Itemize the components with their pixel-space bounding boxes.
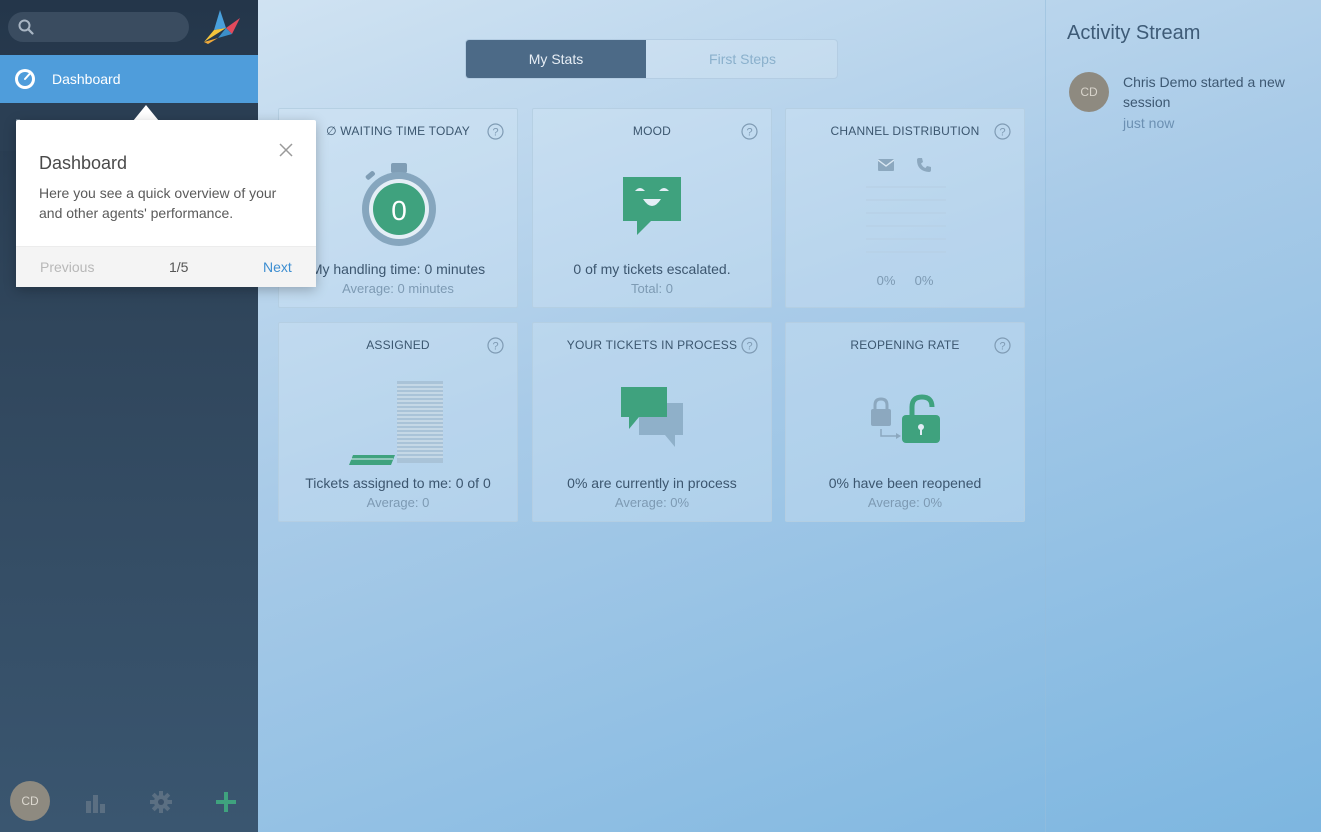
tab-my-stats[interactable]: My Stats [466, 40, 646, 78]
popover-title: Dashboard [39, 153, 128, 173]
popover-arrow [133, 105, 159, 121]
popover-body: Here you see a quick overview of your an… [39, 185, 277, 221]
activity-stream-panel: Activity Stream CD Chris Demo started a … [1045, 0, 1321, 832]
card-mood: MOOD ? 0 of my tickets escalated. Total:… [532, 108, 772, 308]
activity-avatar[interactable]: CD [1069, 72, 1109, 112]
card-main-text: 0% are currently in process [567, 475, 737, 491]
svg-text:?: ? [492, 341, 498, 353]
ticket-stack-icon [349, 381, 443, 465]
chat-bubbles-icon [621, 387, 683, 447]
activity-stream-title: Activity Stream [1067, 22, 1201, 44]
card-sub-text: Average: 0% [614, 495, 690, 510]
lock-reopen-icon [871, 394, 940, 443]
add-plus-icon[interactable] [215, 791, 237, 813]
nav-dashboard[interactable]: Dashboard [0, 55, 258, 103]
help-icon[interactable]: ? [994, 123, 1011, 140]
svg-text:?: ? [999, 127, 1005, 139]
popover-footer: Previous 1/5 Next [16, 246, 316, 287]
email-percentage: 0% [876, 273, 896, 288]
card-main-text: Tickets assigned to me: 0 of 0 [305, 475, 491, 491]
dashboard-gauge-icon [15, 69, 35, 89]
channel-chart-grid [866, 186, 946, 253]
svg-text:?: ? [746, 127, 752, 139]
card-sub-text: Average: 0 [366, 495, 430, 510]
card-main-text: 0 of my tickets escalated. [573, 261, 731, 277]
card-title: MOOD [632, 124, 672, 138]
card-reopening-rate: REOPENING RATE ? 0% have been reopened A… [785, 322, 1025, 522]
card-channel-distribution: CHANNEL DISTRIBUTION ? 0% 0% [785, 108, 1025, 308]
mood-smiley-bubble-icon [623, 177, 681, 235]
help-icon[interactable]: ? [741, 337, 758, 354]
search-input[interactable] [8, 12, 189, 42]
logo-bird-icon[interactable] [200, 6, 244, 46]
card-assigned: ASSIGNED ? Tickets assigned to me: 0 of … [278, 322, 518, 522]
phone-percentage: 0% [914, 273, 934, 288]
card-title: ASSIGNED [366, 338, 430, 352]
email-icon [878, 159, 894, 171]
activity-item-text: Chris Demo started a new session [1123, 74, 1285, 110]
svg-text:?: ? [746, 341, 752, 353]
help-icon[interactable]: ? [741, 123, 758, 140]
activity-item-time: just now [1123, 115, 1175, 131]
sidebar-footer: CD [0, 770, 258, 832]
card-tickets-in-process: YOUR TICKETS IN PROCESS ? 0% are current… [532, 322, 772, 522]
card-sub-text: Average: 0% [867, 495, 943, 510]
user-avatar[interactable]: CD [10, 781, 50, 821]
next-button[interactable]: Next [263, 259, 292, 275]
help-icon[interactable]: ? [994, 337, 1011, 354]
tour-popover: Dashboard Here you see a quick overview … [16, 120, 316, 287]
card-title: CHANNEL DISTRIBUTION [830, 124, 980, 138]
card-title: YOUR TICKETS IN PROCESS [566, 338, 738, 352]
settings-gear-icon[interactable] [150, 791, 172, 813]
svg-text:?: ? [492, 127, 498, 139]
search-icon [18, 19, 34, 35]
nav-dashboard-label: Dashboard [52, 71, 121, 87]
waiting-time-value: 0 [391, 195, 407, 226]
reports-chart-icon[interactable] [84, 791, 106, 813]
step-counter: 1/5 [169, 259, 189, 275]
help-icon[interactable]: ? [487, 337, 504, 354]
phone-icon [917, 158, 931, 172]
previous-button[interactable]: Previous [40, 259, 94, 275]
close-icon[interactable] [279, 143, 293, 157]
stopwatch-icon: 0 [362, 163, 436, 246]
help-icon[interactable]: ? [487, 123, 504, 140]
card-sub-text: Total: 0 [631, 281, 673, 296]
svg-text:?: ? [999, 341, 1005, 353]
tab-first-steps[interactable]: First Steps [646, 40, 837, 78]
card-main-text: 0% have been reopened [828, 475, 982, 491]
stats-tabs: My Stats First Steps [465, 39, 838, 79]
card-title: REOPENING RATE [850, 338, 960, 352]
